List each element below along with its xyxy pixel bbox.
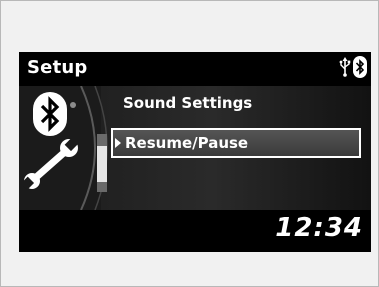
scrollbar-thumb[interactable] bbox=[97, 146, 107, 182]
selection-arrow-icon bbox=[115, 138, 121, 148]
footer-bar: 12:34 bbox=[19, 210, 371, 252]
display-screen: Setup Sound Settings Resume/Pause 12:34 bbox=[19, 52, 371, 252]
dot-icon bbox=[69, 94, 77, 113]
menu-item-sound-settings[interactable]: Sound Settings bbox=[111, 88, 361, 118]
bluetooth-icon bbox=[33, 92, 67, 140]
device-bezel: Setup Sound Settings Resume/Pause 12:34 bbox=[0, 0, 379, 287]
header-bar: Setup bbox=[19, 52, 371, 86]
status-icons bbox=[339, 56, 367, 82]
page-title: Setup bbox=[27, 57, 88, 78]
menu-item-label: Resume/Pause bbox=[125, 134, 249, 152]
menu-item-resume-pause[interactable]: Resume/Pause bbox=[111, 128, 361, 158]
wrench-icon bbox=[20, 136, 79, 194]
menu-item-label: Sound Settings bbox=[123, 94, 253, 112]
menu-panel: Sound Settings Resume/Pause bbox=[19, 86, 371, 210]
clock: 12:34 bbox=[275, 213, 363, 243]
menu-list: Sound Settings Resume/Pause bbox=[111, 86, 369, 210]
bluetooth-icon bbox=[353, 56, 367, 82]
usb-icon bbox=[339, 57, 351, 81]
